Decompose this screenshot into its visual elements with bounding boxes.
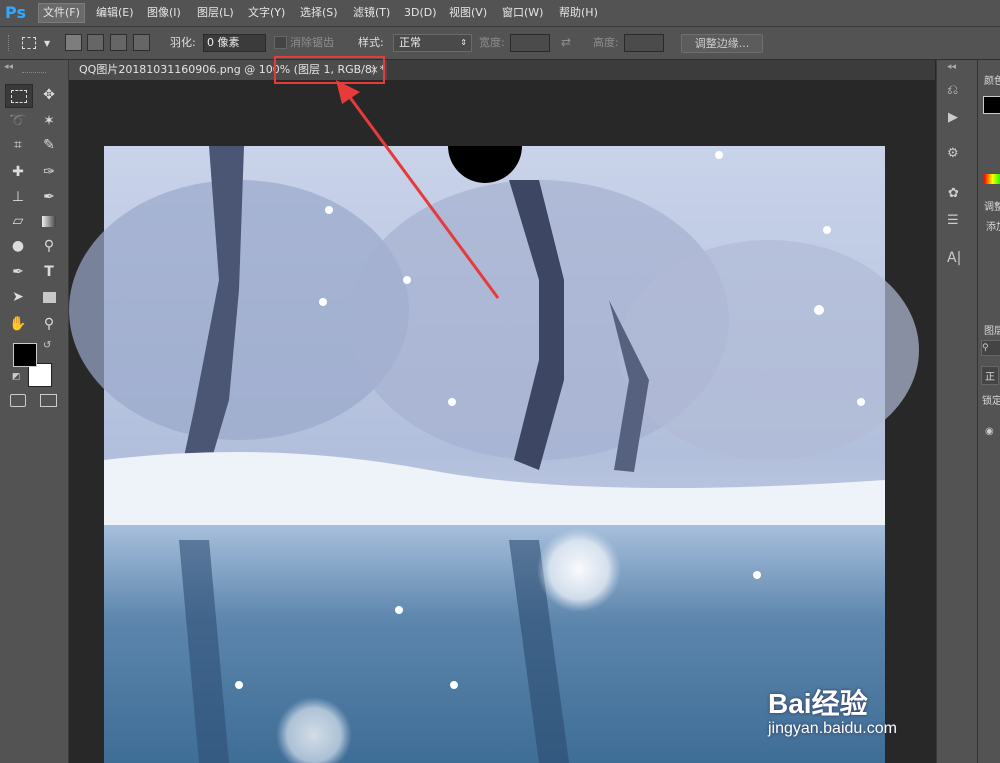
eyedropper-icon[interactable]: ✎ — [36, 134, 62, 156]
highlight-box — [274, 56, 385, 84]
menu-bar: Ps 文件(F) 编辑(E) 图像(I) 图层(L) 文字(Y) 选择(S) 滤… — [0, 0, 1000, 27]
zoom-icon[interactable]: ⚲ — [36, 313, 62, 335]
layers-panel-tab[interactable]: 图层 — [984, 322, 1000, 337]
options-bar: ▼ 羽化: 0 像素 消除锯齿 样式: 正常 ⇕ 宽度: ⇄ 高度: 调整边缘.… — [0, 27, 1000, 60]
lasso-icon[interactable]: ➰ — [5, 110, 31, 132]
feather-label: 羽化: — [170, 36, 196, 49]
subtract-selection-button[interactable] — [110, 34, 127, 51]
brush-presets-icon[interactable]: ✿ — [948, 186, 959, 201]
sliders-icon[interactable]: ☰ — [947, 213, 959, 228]
swap-colors-icon[interactable]: ↺ — [43, 340, 51, 351]
hand-icon[interactable]: ✋ — [5, 313, 31, 335]
document-tab-bar: QQ图片20181031160906.png @ 100% (图层 1, RGB… — [69, 60, 935, 80]
path-select-icon[interactable]: ➤ — [5, 286, 31, 308]
pen-icon[interactable]: ✒ — [5, 261, 31, 283]
move-icon[interactable]: ✥ — [36, 84, 62, 106]
eraser-icon[interactable]: ▱ — [5, 210, 31, 232]
add-selection-button[interactable] — [87, 34, 104, 51]
tools-panel: ◂◂ ✥ ➰ ✶ ⌗ ✎ ✚ ✑ ⊥ ✒ ▱ ● ⚲ ✒ T ➤ ✋ ⚲ ↺ ◩ — [0, 60, 69, 763]
height-label: 高度: — [593, 36, 619, 49]
menu-help[interactable]: 帮助(H) — [555, 4, 602, 22]
menu-window[interactable]: 窗口(W) — [498, 4, 547, 22]
menu-file[interactable]: 文件(F) — [38, 3, 85, 23]
layer-filter-icon[interactable]: ⚲ — [981, 340, 1000, 356]
watermark-url: jingyan.baidu.com — [768, 720, 897, 737]
marquee-icon[interactable] — [5, 84, 33, 108]
dodge-icon[interactable]: ⚲ — [36, 235, 62, 257]
shape-icon[interactable] — [36, 286, 62, 308]
winter-photo — [69, 146, 919, 763]
watermark-brand: Bai经验 — [768, 688, 868, 719]
lock-label: 锁定 — [982, 396, 1000, 407]
color-panel-tab[interactable]: 颜色 — [984, 72, 1000, 87]
add-adjustment-label: 添加 — [986, 222, 1000, 233]
collapse-icon[interactable]: ◂◂ — [4, 62, 13, 72]
default-colors-icon[interactable]: ◩ — [12, 372, 21, 382]
marquee-preset-icon[interactable] — [22, 37, 36, 49]
updown-icon: ⇕ — [460, 38, 467, 47]
grip-icon — [8, 35, 11, 51]
history-icon[interactable]: ⎌ — [947, 82, 958, 98]
grip-icon — [22, 72, 46, 73]
adjust-panel-tab[interactable]: 调整 — [984, 198, 1000, 213]
menu-view[interactable]: 视图(V) — [445, 4, 491, 22]
tool-presets-icon[interactable]: ⚙ — [947, 146, 959, 161]
canvas-area[interactable] — [69, 80, 935, 763]
menu-filter[interactable]: 滤镜(T) — [349, 4, 394, 22]
document-canvas — [69, 146, 919, 763]
play-icon[interactable]: ▶ — [948, 110, 958, 125]
character-icon[interactable]: A| — [947, 250, 961, 266]
blend-mode-select[interactable]: 正 — [981, 366, 999, 385]
swap-icon[interactable]: ⇄ — [561, 34, 571, 50]
style-label: 样式: — [358, 36, 384, 49]
width-input[interactable] — [510, 34, 550, 52]
height-input[interactable] — [624, 34, 664, 52]
blur-icon[interactable]: ● — [5, 235, 31, 257]
visibility-eye-icon[interactable]: ◉ — [985, 426, 994, 437]
quick-mask-icon[interactable] — [10, 394, 26, 407]
right-panel: 颜色 调整 添加 图层 ⚲ 正 锁定 ◉ — [977, 60, 1000, 763]
menu-layer[interactable]: 图层(L) — [193, 4, 238, 22]
spectrum-bar[interactable] — [984, 174, 1000, 184]
menu-select[interactable]: 选择(S) — [296, 4, 342, 22]
antialias-label: 消除锯齿 — [290, 36, 334, 49]
style-select[interactable]: 正常 ⇕ — [393, 34, 472, 52]
intersect-selection-button[interactable] — [133, 34, 150, 51]
new-selection-button[interactable] — [65, 34, 82, 51]
menu-image[interactable]: 图像(I) — [143, 4, 185, 22]
refine-edge-button[interactable]: 调整边缘... — [681, 34, 763, 53]
gradient-icon[interactable] — [36, 210, 62, 232]
fg-color-chip[interactable] — [983, 96, 1000, 114]
photoshop-logo: Ps — [5, 3, 26, 22]
antialias-checkbox[interactable] — [274, 36, 287, 49]
history-brush-icon[interactable]: ✒ — [36, 186, 62, 208]
width-label: 宽度: — [479, 36, 505, 49]
stamp-icon[interactable]: ⊥ — [5, 186, 31, 208]
chevron-down-icon[interactable]: ▼ — [44, 39, 50, 48]
feather-input[interactable]: 0 像素 — [203, 34, 266, 52]
foreground-color-swatch[interactable] — [13, 343, 37, 367]
brush-icon[interactable]: ✑ — [36, 161, 62, 183]
menu-3d[interactable]: 3D(D) — [400, 4, 441, 22]
magic-wand-icon[interactable]: ✶ — [36, 110, 62, 132]
collapse-icon[interactable]: ◂◂ — [947, 62, 956, 72]
type-icon[interactable]: T — [36, 261, 62, 283]
screen-mode-icon[interactable] — [40, 394, 57, 407]
menu-type[interactable]: 文字(Y) — [244, 4, 289, 22]
right-icon-bar: ◂◂ ⎌ ▶ ⚙ ✿ ☰ A| — [936, 60, 977, 763]
healing-icon[interactable]: ✚ — [5, 161, 31, 183]
baidu-watermark: Bai经验 jingyan.baidu.com — [768, 682, 968, 752]
menu-edit[interactable]: 编辑(E) — [92, 4, 138, 22]
style-select-value: 正常 — [399, 36, 421, 49]
crop-icon[interactable]: ⌗ — [5, 134, 31, 156]
